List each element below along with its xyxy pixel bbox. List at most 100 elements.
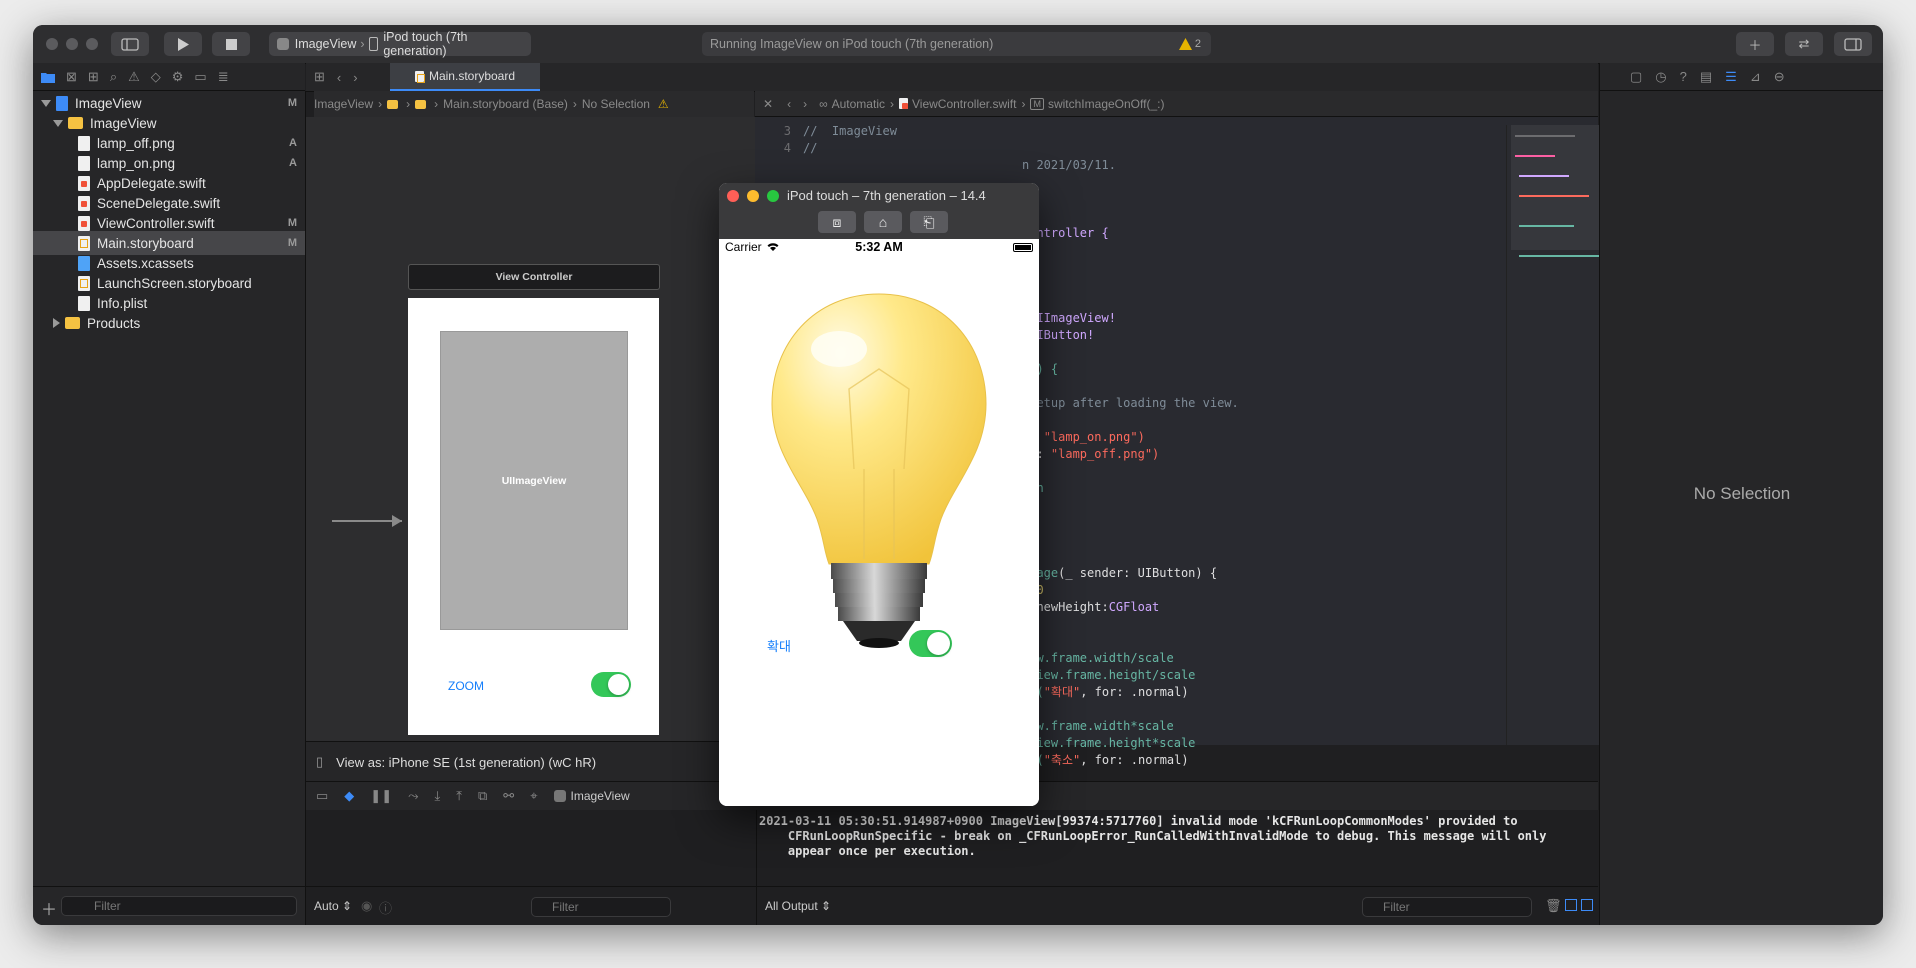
sidebar-toggle-button[interactable] xyxy=(111,32,149,56)
breadcrumb-item[interactable]: ImageView xyxy=(314,97,373,111)
inspector-toggle-button[interactable] xyxy=(1834,32,1872,56)
project-navigator: ImageView M ImageView lamp_off.png A lam… xyxy=(33,91,306,886)
navigator-filter-input[interactable]: Filter xyxy=(61,896,297,916)
run-button[interactable] xyxy=(164,32,202,56)
view-as-label[interactable]: View as: iPhone SE (1st generation) (wC … xyxy=(336,755,596,770)
storyboard-switch[interactable] xyxy=(591,672,631,697)
breadcrumb-item[interactable]: Main.storyboard (Base) xyxy=(443,97,568,111)
breadcrumb-item[interactable]: Automatic xyxy=(832,97,885,111)
minimize-window-button[interactable] xyxy=(747,190,759,202)
code-text: , for: .normal) xyxy=(1080,753,1189,767)
forward-arrow-icon[interactable]: › xyxy=(353,70,357,85)
image-view-placeholder[interactable]: UIImageView xyxy=(440,331,628,630)
rotate-button[interactable]: ⎗ xyxy=(910,211,948,233)
related-items-icon[interactable]: ⊞ xyxy=(314,69,325,85)
search-navigator-icon[interactable]: ⌕ xyxy=(110,69,117,85)
document-outline-icon[interactable]: ▯ xyxy=(316,754,323,770)
disclosure-open-icon[interactable] xyxy=(53,119,63,127)
disclosure-open-icon[interactable] xyxy=(41,99,51,107)
library-button[interactable]: ＋ xyxy=(1736,32,1774,56)
source-control-icon[interactable]: ⊠ xyxy=(66,69,77,85)
info-icon[interactable]: ⓘ xyxy=(379,898,392,917)
code-text: UIImageView! xyxy=(1029,311,1116,325)
home-button[interactable]: ⌂ xyxy=(864,211,902,233)
memory-graph-icon[interactable]: ⚯ xyxy=(503,788,514,804)
hide-debug-area-icon[interactable]: ▭ xyxy=(316,788,328,804)
step-in-icon[interactable]: ⤓ xyxy=(435,788,441,804)
console-filter-input[interactable]: Filter xyxy=(1362,897,1532,917)
zoom-button[interactable]: ZOOM xyxy=(448,679,484,693)
chevron-right-icon: › xyxy=(889,96,894,111)
back-arrow-icon[interactable]: ‹ xyxy=(337,70,341,85)
code-text: (_ sender: UIButton) { xyxy=(1058,566,1218,580)
view-controller-scene[interactable]: UIImageView ZOOM xyxy=(408,298,659,735)
scene-title[interactable]: View Controller xyxy=(408,264,660,290)
simulate-location-icon[interactable]: ⌖ xyxy=(530,788,537,804)
lamp-switch[interactable] xyxy=(909,630,952,657)
zoom-toggle-button[interactable]: 확대 xyxy=(767,636,791,655)
issue-navigator-icon[interactable]: ⚠ xyxy=(128,69,140,85)
warning-icon[interactable]: ⚠ xyxy=(658,97,669,111)
tree-label: ViewController.swift xyxy=(97,215,215,231)
swift-file-icon xyxy=(78,195,90,211)
breadcrumb-item[interactable]: switchImageOnOff(_:) xyxy=(1048,97,1164,111)
add-file-button[interactable]: ＋ xyxy=(41,896,57,920)
minimap-line xyxy=(1515,135,1575,137)
close-window-button[interactable] xyxy=(727,190,739,202)
app-icon xyxy=(277,38,289,50)
code-text: eView.frame.height/scale xyxy=(1022,668,1196,682)
test-navigator-icon[interactable]: ◇ xyxy=(151,69,161,85)
trash-icon[interactable]: 🗑 xyxy=(1545,898,1562,914)
report-navigator-icon[interactable]: ≣ xyxy=(218,69,229,85)
status-badge: M xyxy=(287,97,297,109)
tab-main-storyboard[interactable]: Main.storyboard xyxy=(390,63,540,91)
breadcrumb-item[interactable]: ViewController.swift xyxy=(912,97,1016,111)
warning-indicator[interactable]: 2 xyxy=(1178,38,1201,50)
variables-filter-input[interactable]: Filter xyxy=(531,897,671,917)
debug-process-selector[interactable]: ImageView xyxy=(553,789,630,803)
status-bar-time: 5:32 AM xyxy=(855,240,903,254)
breakpoints-toggle-icon[interactable]: ◆ xyxy=(344,788,354,804)
tree-label: Info.plist xyxy=(97,295,148,311)
stop-button[interactable] xyxy=(212,32,250,56)
close-editor-icon[interactable]: ✕ xyxy=(763,97,773,111)
step-over-icon[interactable]: ⤳ xyxy=(408,788,418,804)
status-badge: M xyxy=(287,217,297,229)
symbol-navigator-icon[interactable]: ⊞ xyxy=(88,69,99,85)
simulator-screen[interactable]: Carrier 5:32 AM 확대 xyxy=(719,239,1039,806)
screenshot-button[interactable]: ⧈ xyxy=(818,211,856,233)
all-output-popup[interactable]: All Output ⇕ xyxy=(765,899,831,913)
minimap-line xyxy=(1515,155,1555,157)
plist-file-icon xyxy=(78,295,90,311)
code-lines-top: // ImageView // xyxy=(803,123,897,157)
interface-builder-canvas[interactable]: View Controller UIImageView ZOOM xyxy=(306,117,755,770)
show-variables-icon[interactable] xyxy=(1565,899,1577,911)
back-arrow-icon[interactable]: ‹ xyxy=(787,97,791,111)
sidebar-icon xyxy=(121,37,139,51)
step-out-icon[interactable]: ⤒ xyxy=(456,788,462,804)
pause-icon[interactable]: ❚❚ xyxy=(370,788,392,804)
debug-navigator-icon[interactable]: ⚙ xyxy=(172,69,184,85)
breadcrumb-item[interactable]: No Selection xyxy=(582,97,650,111)
zoom-window-button[interactable] xyxy=(86,38,98,50)
eye-icon[interactable]: ◉ xyxy=(361,898,372,914)
tree-item-group[interactable]: Products xyxy=(33,311,305,335)
disclosure-closed-icon[interactable] xyxy=(53,318,60,328)
status-badge: A xyxy=(289,157,297,169)
breakpoint-navigator-icon[interactable]: ▭ xyxy=(194,69,206,85)
minimize-window-button[interactable] xyxy=(66,38,78,50)
auto-popup[interactable]: Auto ⇕ xyxy=(314,899,352,913)
close-window-button[interactable] xyxy=(46,38,58,50)
folder-navigator-icon[interactable] xyxy=(41,71,55,83)
forward-arrow-icon[interactable]: › xyxy=(803,97,807,111)
simulator-window[interactable]: iPod touch – 7th generation – 14.4 ⧈ ⌂ ⎗… xyxy=(719,183,1039,806)
code-review-button[interactable]: ⇄ xyxy=(1785,32,1823,56)
tree-label: AppDelegate.swift xyxy=(97,175,206,191)
view-hierarchy-icon[interactable]: ⧉ xyxy=(478,788,487,804)
console-line: appear once per execution. xyxy=(759,844,976,858)
battery-icon xyxy=(1013,243,1033,252)
code-string: "축소" xyxy=(1043,753,1081,767)
zoom-window-button[interactable] xyxy=(767,190,779,202)
scheme-selector[interactable]: ImageView › iPod touch (7th generation) xyxy=(269,30,531,58)
show-console-icon[interactable] xyxy=(1581,899,1593,911)
